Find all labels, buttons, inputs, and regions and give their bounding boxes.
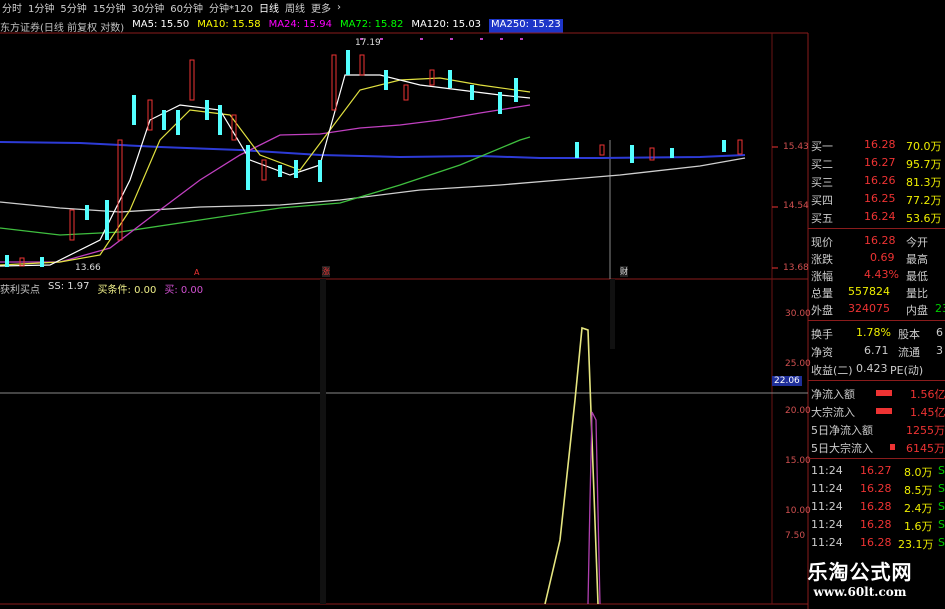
indicator-legend: 获利买点 SS: 1.97 买条件: 0.00 买: 0.00 bbox=[0, 281, 204, 296]
quote-row: 涨幅 4.43% 最低 bbox=[811, 268, 928, 283]
kline-chart[interactable] bbox=[0, 0, 945, 609]
indicator-name[interactable]: 获利买点 bbox=[0, 281, 40, 296]
trade-row: 11:24 16.28 23.1万 S bbox=[811, 536, 945, 551]
divider bbox=[808, 228, 945, 229]
ind-tick-20: 20.00 bbox=[785, 406, 811, 416]
ind-tick-25: 25.00 bbox=[785, 359, 811, 369]
flow-row: 5日大宗流入 6145万 bbox=[811, 442, 945, 455]
quote-panel: 买一 16.28 70.0万 买二 16.27 95.7万 买三 16.26 81.3万 买… bbox=[808, 137, 945, 607]
watermark: 乐淘公式网 www.60lt.com bbox=[780, 556, 940, 606]
quote-row: 总量 557824 量比 bbox=[811, 285, 928, 300]
divider bbox=[808, 380, 945, 381]
ind-tick-10: 10.00 bbox=[785, 506, 811, 516]
trade-row: 11:24 16.28 2.4万 S bbox=[811, 500, 945, 515]
quote-row: 外盘324075内盘23 bbox=[811, 302, 945, 317]
watermark-title: 乐淘公式网 bbox=[807, 560, 913, 584]
event-marker-a[interactable]: A bbox=[194, 268, 199, 277]
order-row: 买三 16.26 81.3万 bbox=[811, 174, 942, 189]
flow-row: 净流入额 1.56亿 bbox=[811, 388, 945, 401]
order-row: 买二 16.27 95.7万 bbox=[811, 156, 942, 171]
low-price-label: 13.66 bbox=[75, 263, 101, 273]
price-tick-3: 13.68 bbox=[783, 263, 809, 273]
ind-tick-30: 30.00 bbox=[785, 309, 811, 319]
divider bbox=[808, 458, 945, 459]
flow-row: 5日净流入额 1255万 bbox=[811, 424, 945, 437]
ind-tick-15: 15.00 bbox=[785, 456, 811, 466]
event-marker-zhang[interactable]: 涨 bbox=[322, 266, 330, 277]
watermark-url: www.60lt.com bbox=[813, 585, 907, 599]
order-row: 买五 16.24 53.6万 bbox=[811, 210, 942, 225]
ind-tick-7.5: 7.50 bbox=[785, 531, 806, 541]
quote-row: 现价 16.28 今开 bbox=[811, 234, 928, 249]
quote-row: 换手 1.78% 股本 6 bbox=[811, 326, 943, 341]
price-tick-1: 15.43 bbox=[783, 142, 809, 152]
high-price-label: 17.19 bbox=[355, 38, 381, 48]
trade-row: 11:24 16.28 1.6万 S bbox=[811, 518, 945, 533]
indicator-buy: 买: 0.00 bbox=[164, 285, 204, 296]
flow-bar bbox=[890, 444, 895, 450]
flow-bar bbox=[876, 390, 892, 396]
indicator-ss: SS: 1.97 bbox=[48, 281, 90, 292]
indicator-buy-cond: 买条件: 0.00 bbox=[97, 285, 157, 296]
quote-row: 收益(二) 0.423 PE(动) bbox=[811, 362, 924, 377]
quote-row: 涨跌 0.69 最高 bbox=[811, 251, 928, 266]
ind-current-value: 22.06 bbox=[772, 376, 802, 386]
quote-row: 净资 6.71 流通 3 bbox=[811, 344, 943, 359]
order-row: 买四 16.25 77.2万 bbox=[811, 192, 942, 207]
flow-bar bbox=[876, 408, 892, 414]
price-tick-2: 14.54 bbox=[783, 201, 809, 211]
event-marker-cai[interactable]: 财 bbox=[620, 266, 628, 277]
candles bbox=[5, 50, 743, 267]
order-row: 买一 16.28 70.0万 bbox=[811, 138, 942, 153]
divider bbox=[808, 320, 945, 321]
trade-row: 11:24 16.27 8.0万 S bbox=[811, 464, 945, 479]
flow-row: 大宗流入 1.45亿 bbox=[811, 406, 945, 419]
trade-row: 11:24 16.28 8.5万 S bbox=[811, 482, 945, 497]
